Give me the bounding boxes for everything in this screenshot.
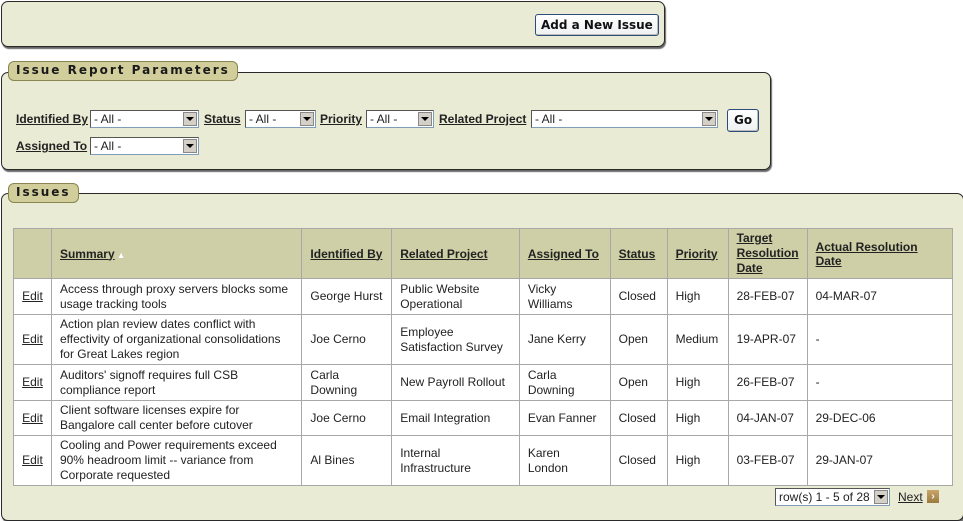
column-label: Actual Resolution Date	[815, 239, 918, 268]
column-header-assigned-to[interactable]: Assigned To	[518, 228, 611, 279]
status-select[interactable]: - All -	[245, 110, 316, 128]
chevron-down-icon	[874, 490, 888, 504]
cell-summary: Cooling and Power requirements exceed 90…	[50, 435, 303, 486]
cell-priority: High	[666, 400, 729, 436]
select-value: row(s) 1 - 5 of 28	[779, 490, 870, 504]
cell-status: Open	[609, 364, 668, 401]
cell-target-date: 26-FEB-07	[727, 364, 808, 401]
cell-status: Open	[609, 314, 668, 365]
chevron-down-icon	[418, 112, 432, 126]
cell-identified-by: George Hurst	[301, 278, 393, 315]
next-arrow-icon[interactable]: ›	[927, 490, 939, 503]
cell-summary: Action plan review dates conflict with e…	[50, 314, 303, 365]
go-button[interactable]: Go	[727, 109, 760, 132]
cell-identified-by: Joe Cerno	[301, 314, 393, 365]
cell-identified-by: Joe Cerno	[301, 400, 393, 436]
cell-priority: High	[666, 364, 729, 401]
add-new-issue-button[interactable]: Add a New Issue	[535, 14, 659, 36]
cell-related-project: Email Integration	[391, 400, 520, 436]
column-header-status[interactable]: Status	[609, 228, 668, 279]
column-header-related-project[interactable]: Related Project	[391, 228, 520, 279]
sort-ascending-icon: ▲	[116, 249, 126, 260]
cell-assigned-to: Vicky Williams	[518, 278, 611, 315]
column-header-summary[interactable]: Summary ▲	[50, 228, 303, 279]
identified-by-select[interactable]: - All -	[90, 110, 199, 128]
edit-link[interactable]: Edit	[13, 435, 52, 486]
pagination-select[interactable]: row(s) 1 - 5 of 28	[775, 488, 890, 506]
cell-identified-by: Al Bines	[301, 435, 393, 486]
cell-assigned-to: Carla Downing	[518, 364, 611, 401]
column-label: Status	[618, 246, 656, 261]
table-row: Edit Access through proxy servers blocks …	[13, 278, 954, 315]
priority-label[interactable]: Priority	[320, 112, 362, 126]
column-label: Identified By	[310, 246, 383, 261]
edit-link[interactable]: Edit	[13, 364, 52, 401]
select-value: - All -	[94, 139, 122, 153]
priority-select[interactable]: - All -	[366, 110, 434, 128]
column-header-priority[interactable]: Priority	[666, 228, 729, 279]
column-header-target-date[interactable]: Target Resolution Date	[727, 228, 808, 279]
edit-link[interactable]: Edit	[13, 400, 52, 436]
select-value: - All -	[370, 112, 398, 126]
cell-assigned-to: Karen London	[518, 435, 611, 486]
cell-target-date: 04-JAN-07	[727, 400, 808, 436]
edit-link[interactable]: Edit	[13, 314, 52, 365]
status-label[interactable]: Status	[204, 112, 241, 126]
chevron-down-icon	[183, 112, 197, 126]
identified-by-label[interactable]: Identified By	[16, 112, 88, 126]
cell-actual-date: -	[806, 364, 954, 401]
cell-summary: Client software licenses expire for Bang…	[50, 400, 303, 436]
column-label: Priority	[675, 246, 718, 261]
cell-target-date: 19-APR-07	[727, 314, 808, 365]
cell-actual-date: 29-DEC-06	[806, 400, 954, 436]
cell-actual-date: 04-MAR-07	[806, 278, 954, 315]
table-row: Edit Action plan review dates conflict wi…	[13, 314, 954, 365]
table-row: Edit Client software licenses expire for …	[13, 400, 954, 436]
cell-actual-date: -	[806, 314, 954, 365]
issues-table: Summary ▲ Identified By Related Project A…	[13, 228, 954, 486]
cell-related-project: Internal Infrastructure	[391, 435, 520, 486]
cell-identified-by: Carla Downing	[301, 364, 393, 401]
cell-related-project: Employee Satisfaction Survey	[391, 314, 520, 365]
cell-assigned-to: Evan Fanner	[518, 400, 611, 436]
select-value: - All -	[249, 112, 277, 126]
edit-link[interactable]: Edit	[13, 278, 52, 315]
related-project-label[interactable]: Related Project	[439, 112, 526, 126]
cell-status: Closed	[609, 435, 668, 486]
assigned-to-label[interactable]: Assigned To	[16, 139, 87, 153]
table-header-row: Summary ▲ Identified By Related Project A…	[13, 228, 954, 279]
cell-priority: Medium	[666, 314, 729, 365]
next-page-link[interactable]: Next	[898, 490, 923, 504]
select-value: - All -	[94, 112, 122, 126]
chevron-down-icon	[183, 139, 197, 153]
cell-related-project: Public Website Operational	[391, 278, 520, 315]
cell-summary: Auditors' signoff requires full CSB comp…	[50, 364, 303, 401]
cell-target-date: 28-FEB-07	[727, 278, 808, 315]
issues-legend: Issues	[8, 183, 79, 203]
chevron-down-icon	[300, 112, 314, 126]
table-row: Edit Cooling and Power requirements excee…	[13, 435, 954, 486]
cell-priority: High	[666, 278, 729, 315]
table-row: Edit Auditors' signoff requires full CSB …	[13, 364, 954, 401]
column-label: Summary	[59, 246, 115, 261]
select-value: - All -	[535, 112, 563, 126]
cell-status: Closed	[609, 278, 668, 315]
cell-target-date: 03-FEB-07	[727, 435, 808, 486]
column-label: Related Project	[400, 246, 488, 261]
column-header-identified-by[interactable]: Identified By	[301, 228, 393, 279]
cell-summary: Access through proxy servers blocks some…	[50, 278, 303, 315]
column-label: Target Resolution Date	[736, 231, 799, 275]
cell-priority: High	[666, 435, 729, 486]
related-project-select[interactable]: - All -	[531, 110, 718, 128]
column-header-edit	[13, 228, 52, 279]
report-parameters-legend: Issue Report Parameters	[8, 61, 238, 81]
column-header-actual-date[interactable]: Actual Resolution Date	[806, 228, 954, 279]
cell-assigned-to: Jane Kerry	[518, 314, 611, 365]
cell-actual-date: 29-JAN-07	[806, 435, 954, 486]
cell-related-project: New Payroll Rollout	[391, 364, 520, 401]
assigned-to-select[interactable]: - All -	[90, 137, 199, 155]
column-label: Assigned To	[527, 246, 599, 261]
cell-status: Closed	[609, 400, 668, 436]
chevron-down-icon	[702, 112, 716, 126]
